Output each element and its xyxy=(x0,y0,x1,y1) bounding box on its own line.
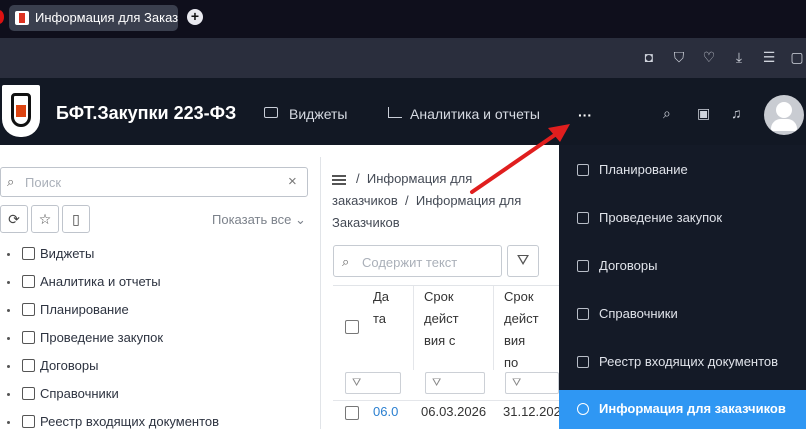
text-search-placeholder: Содержит текст xyxy=(362,255,458,270)
browser-tab[interactable]: Информация для Заказчи xyxy=(9,5,178,31)
more-menu-button[interactable]: ··· xyxy=(578,107,592,123)
nav-analytics[interactable]: Аналитика и отчеты xyxy=(410,106,540,122)
breadcrumb: / Информация для заказчиков / Информация… xyxy=(332,171,522,230)
nav-widgets[interactable]: Виджеты xyxy=(289,106,348,122)
filter-cell-valid-to[interactable]: ⛛ xyxy=(505,372,559,394)
column-header-valid-from[interactable]: Срок дейст вия с xyxy=(413,286,493,370)
heart-icon[interactable]: ♡ xyxy=(700,48,718,66)
download-icon[interactable]: ⤓ xyxy=(730,48,748,66)
filter-cell-valid-from[interactable]: ⛛ xyxy=(425,372,485,394)
cart-icon xyxy=(22,331,35,344)
table-cell-valid-from: 06.03.2026 xyxy=(421,404,487,419)
bell-icon[interactable]: ♫ xyxy=(731,105,742,121)
refresh-button[interactable]: ⟳ xyxy=(0,205,28,233)
filter-button[interactable]: ⛛ xyxy=(507,245,539,277)
search-icon: ⌕ xyxy=(7,174,15,189)
book-icon xyxy=(22,387,35,400)
filter-cell-date[interactable]: ⛛ xyxy=(345,372,401,394)
menu-item-procurement[interactable]: Проведение закупок xyxy=(559,194,806,242)
column-header-date[interactable]: Да та xyxy=(373,286,413,370)
browser-logo-icon xyxy=(0,10,4,24)
menu-item-contracts[interactable]: Договоры xyxy=(559,242,806,290)
chart-icon xyxy=(388,107,402,118)
eye-icon xyxy=(577,403,589,415)
book-icon xyxy=(577,308,589,320)
search-icon: ⌕ xyxy=(342,254,350,269)
panel-divider[interactable] xyxy=(320,157,321,429)
logo[interactable] xyxy=(2,85,40,137)
chart-icon xyxy=(22,275,35,288)
column-header-valid-to[interactable]: Срок дейст вия по xyxy=(493,286,559,370)
cart-icon xyxy=(577,212,589,224)
app-title[interactable]: БФТ.Закупки 223-ФЗ xyxy=(56,103,236,124)
search-placeholder: Поиск xyxy=(25,175,62,190)
archive-icon[interactable]: ▣ xyxy=(697,105,710,122)
data-table: Да та Срок дейст вия с Срок дейст вия по ⛛ ⛛ ⛛… xyxy=(333,285,559,429)
play-icon xyxy=(264,107,278,118)
list-icon xyxy=(22,415,35,428)
extensions-icon[interactable]: ▢ xyxy=(788,48,806,66)
menu-item-incoming-registry[interactable]: Реестр входящих документов xyxy=(559,338,806,386)
select-all-checkbox[interactable] xyxy=(345,320,359,334)
browser-toolbar: ◘ ⛉ ♡ ⤓ ☰ ▢ xyxy=(0,38,806,78)
table-cell-valid-to: 31.12.202 xyxy=(503,404,559,419)
clear-icon[interactable]: × xyxy=(288,173,297,190)
document-icon xyxy=(22,359,35,372)
camera-icon[interactable]: ◘ xyxy=(640,48,658,66)
calendar-icon xyxy=(22,303,35,316)
table-cell-date[interactable]: 06.0 xyxy=(373,404,407,419)
favicon-icon xyxy=(15,11,29,25)
settings-icon[interactable]: ☰ xyxy=(760,48,778,66)
search-icon[interactable]: ⌕ xyxy=(663,105,671,122)
menu-item-planning[interactable]: Планирование xyxy=(559,146,806,194)
calendar-icon xyxy=(577,164,589,176)
menu-toggle-icon[interactable] xyxy=(332,174,346,185)
row-divider xyxy=(333,400,559,401)
play-icon xyxy=(22,247,35,260)
shield-icon[interactable]: ⛉ xyxy=(670,48,688,66)
document-icon xyxy=(577,260,589,272)
new-tab-button[interactable]: + xyxy=(187,9,203,25)
favorite-button[interactable]: ☆ xyxy=(31,205,59,233)
more-dropdown-menu: Планирование Проведение закупок Договоры… xyxy=(559,145,806,429)
text-search-input[interactable]: ⌕ Содержит текст xyxy=(333,245,502,277)
menu-item-references[interactable]: Справочники xyxy=(559,290,806,338)
tab-title: Информация для Заказчи xyxy=(35,10,178,25)
sidebar-search-input[interactable]: ⌕ Поиск × xyxy=(0,167,308,197)
bookmark-button[interactable]: ▯ xyxy=(62,205,90,233)
browser-tab-bar: Информация для Заказчи + xyxy=(0,0,806,38)
menu-item-customer-info[interactable]: Информация для заказчиков xyxy=(559,390,806,429)
show-all-dropdown[interactable]: Показать все ⌄ xyxy=(212,212,306,228)
row-checkbox[interactable] xyxy=(345,406,359,420)
list-icon xyxy=(577,356,589,368)
avatar[interactable] xyxy=(764,95,804,135)
